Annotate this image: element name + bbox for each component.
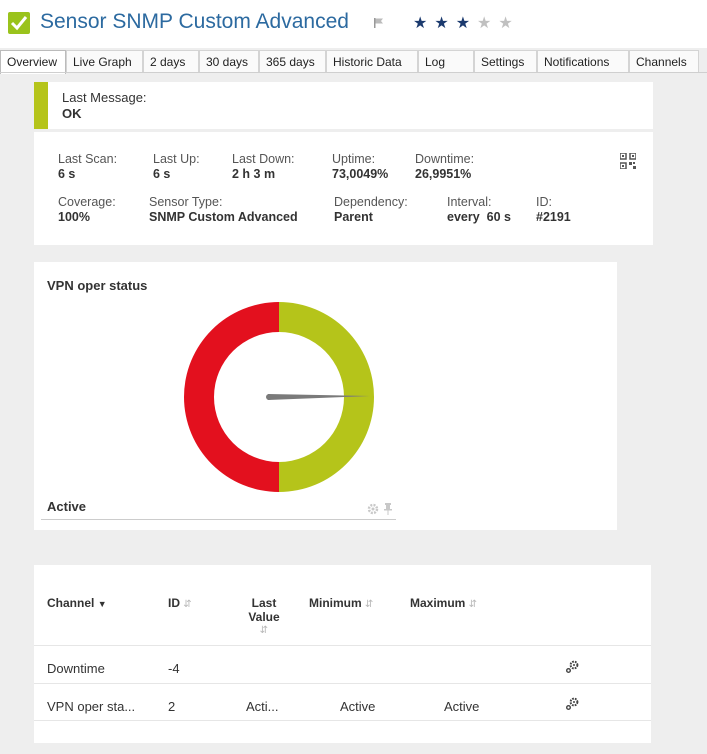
row-divider	[34, 645, 651, 646]
channel-settings-gear-icon[interactable]	[565, 660, 579, 674]
interval: Interval: every 60 s	[447, 195, 511, 224]
channel-name[interactable]: VPN oper sta...	[47, 699, 135, 714]
tab-overview[interactable]: Overview	[0, 50, 66, 74]
tab-30-days[interactable]: 30 days	[199, 50, 259, 72]
tab-channels[interactable]: Channels	[629, 50, 699, 72]
gear-icon[interactable]	[367, 503, 379, 515]
column-header-channel[interactable]: Channel ▼	[47, 596, 107, 610]
check-icon	[8, 12, 30, 34]
tab-divider	[0, 72, 707, 73]
row-divider	[34, 683, 651, 684]
column-header-id[interactable]: ID ⇵	[168, 596, 192, 610]
channel-id: 2	[168, 699, 176, 714]
channel-maximum: Active	[444, 699, 480, 714]
sort-icon: ⇵	[183, 599, 192, 610]
page-title: Sensor SNMP Custom Advanced	[40, 10, 349, 33]
pin-icon[interactable]	[383, 503, 393, 515]
coverage: Coverage: 100%	[58, 195, 116, 224]
star-icon[interactable]: ★	[413, 15, 434, 32]
star-icon[interactable]: ★	[434, 15, 455, 32]
channels-table: Channel ▼ ID ⇵ Last Value ⇵ Minimum ⇵ Ma…	[34, 565, 651, 743]
tab-365-days[interactable]: 365 days	[259, 50, 326, 72]
tab-settings[interactable]: Settings	[474, 50, 537, 72]
gauge-dial	[184, 302, 374, 492]
tab-log[interactable]: Log	[418, 50, 474, 72]
downtime: Downtime: 26,9951%	[415, 152, 475, 181]
gauge-state-label: Active	[47, 499, 87, 514]
sensor-stats-panel: Last Scan: 6 s Last Up: 6 s Last Down: 2…	[34, 132, 653, 245]
channel-settings-gear-icon[interactable]	[565, 697, 579, 711]
gauge-down-segment	[184, 302, 279, 492]
star-icon[interactable]: ★	[477, 15, 498, 32]
qr-code-icon[interactable]	[620, 153, 636, 169]
priority-stars[interactable]: ★★★★★	[413, 13, 520, 33]
gauge-needle-hub	[266, 394, 272, 400]
column-header-maximum[interactable]: Maximum ⇵	[410, 596, 477, 610]
star-icon[interactable]: ★	[456, 15, 477, 32]
last-down: Last Down: 2 h 3 m	[232, 152, 295, 181]
tab-live-graph[interactable]: Live Graph	[66, 50, 143, 72]
sensor-type: Sensor Type: SNMP Custom Advanced	[149, 195, 298, 224]
status-color-bar	[34, 82, 48, 129]
column-header-last-value[interactable]: Last Value ⇵	[241, 596, 287, 638]
last-scan: Last Scan: 6 s	[58, 152, 118, 181]
page-header: Sensor SNMP Custom Advanced ★★★★★	[0, 0, 707, 48]
channel-id: -4	[168, 661, 180, 676]
flag-icon[interactable]	[373, 17, 385, 29]
channel-minimum: Active	[340, 699, 376, 714]
column-header-minimum[interactable]: Minimum ⇵	[309, 596, 373, 610]
last-up: Last Up: 6 s	[153, 152, 200, 181]
gauge-panel: VPN oper status Active	[34, 262, 617, 530]
tab-bar: Overview Live Graph 2 days 30 days 365 d…	[0, 50, 707, 74]
channel-name[interactable]: Downtime	[47, 661, 105, 676]
sort-icon: ⇵	[365, 599, 374, 610]
dependency: Dependency: Parent	[334, 195, 408, 224]
gauge-title: VPN oper status	[47, 278, 148, 293]
gauge-divider	[41, 519, 396, 520]
sort-icon: ⇵	[259, 625, 269, 636]
last-message-value: OK	[62, 106, 82, 121]
sort-icon: ⇵	[468, 599, 478, 610]
last-message-panel: Last Message: OK	[34, 82, 653, 129]
star-icon[interactable]: ★	[498, 15, 519, 32]
uptime: Uptime: 73,0049%	[332, 152, 389, 181]
last-message-label: Last Message:	[62, 90, 147, 105]
channel-last-value: Acti...	[246, 699, 279, 714]
tab-historic-data[interactable]: Historic Data	[326, 50, 418, 72]
row-divider	[34, 720, 651, 721]
tab-2-days[interactable]: 2 days	[143, 50, 199, 72]
tab-notifications[interactable]: Notifications	[537, 50, 629, 72]
sensor-id: ID: #2191	[536, 195, 571, 224]
sort-desc-icon: ▼	[97, 599, 107, 609]
